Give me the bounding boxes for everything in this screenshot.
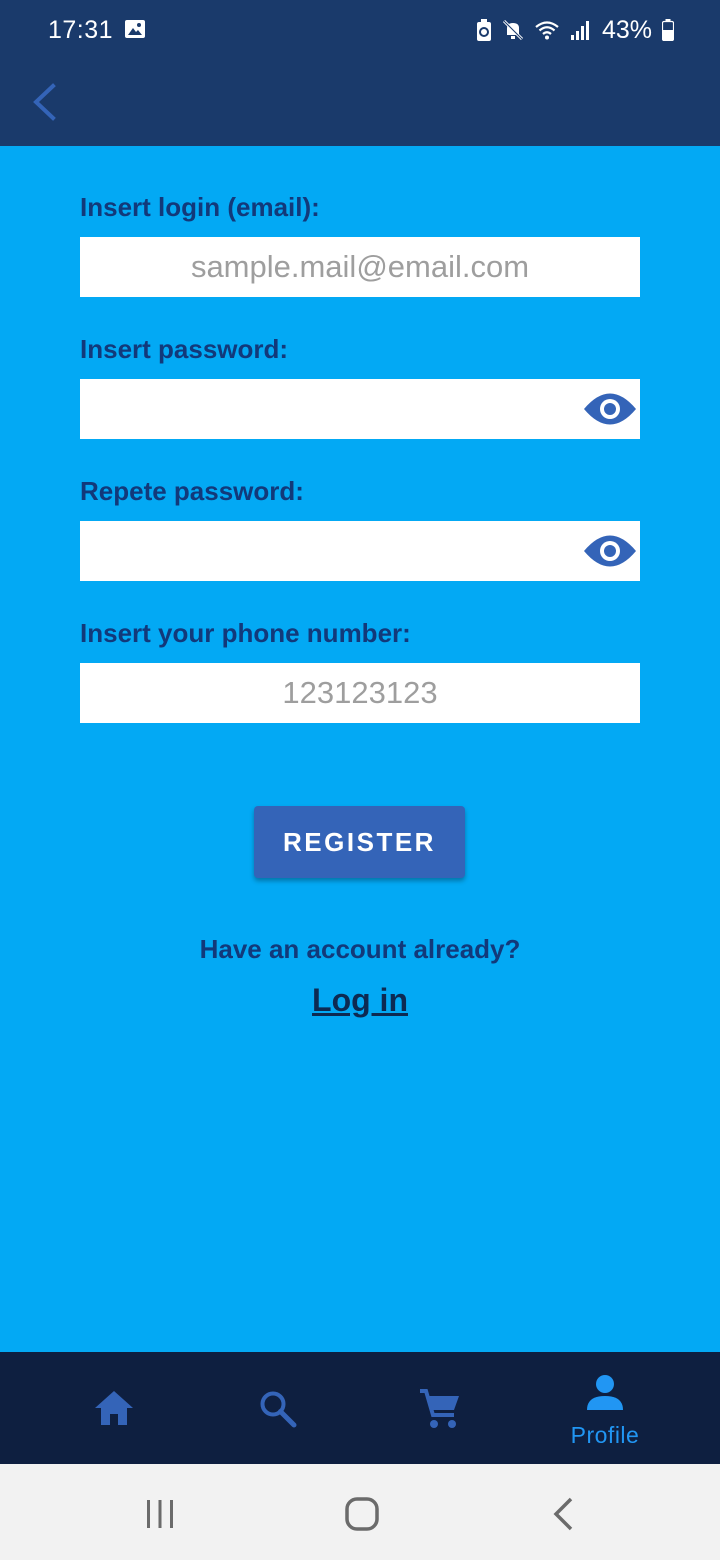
register-screen: 17:31 43% Insert login (email): sample.m…	[0, 0, 720, 1560]
repeat-password-label: Repete password:	[80, 476, 304, 506]
email-label: Insert login (email):	[80, 192, 320, 222]
wifi-icon	[535, 21, 559, 40]
bottom-navigation: Profile	[0, 1352, 720, 1464]
nav-item-search[interactable]	[187, 1352, 367, 1464]
home-circle-icon[interactable]	[344, 1496, 380, 1532]
email-field[interactable]	[80, 237, 640, 297]
status-bar: 17:31 43%	[0, 0, 720, 62]
eye-icon	[584, 393, 636, 425]
back-icon[interactable]	[550, 1496, 578, 1532]
app-bar	[0, 62, 720, 146]
password-visibility-toggle[interactable]	[582, 386, 638, 432]
home-icon	[95, 1391, 133, 1425]
email-field-box	[80, 237, 640, 297]
recent-apps-icon[interactable]	[144, 1498, 176, 1530]
chevron-left-icon	[33, 83, 56, 121]
signal-icon	[570, 21, 589, 40]
cart-icon	[420, 1389, 459, 1428]
login-link[interactable]: Log in	[312, 982, 408, 1018]
nav-item-profile[interactable]: Profile	[515, 1352, 695, 1464]
search-icon	[260, 1391, 297, 1428]
repeat-password-visibility-toggle[interactable]	[582, 528, 638, 574]
nav-label-profile: Profile	[570, 1422, 640, 1448]
nav-item-home[interactable]	[24, 1352, 204, 1464]
person-icon	[587, 1375, 623, 1410]
nav-item-cart[interactable]	[351, 1352, 531, 1464]
repeat-password-field-box	[80, 521, 640, 581]
password-field[interactable]	[80, 379, 640, 439]
mute-icon	[502, 19, 524, 41]
battery-icon	[662, 19, 674, 41]
gallery-icon	[125, 20, 145, 38]
back-button[interactable]	[22, 78, 70, 126]
password-field-box	[80, 379, 640, 439]
register-button[interactable]: REGISTER	[254, 806, 465, 878]
login-link-row: Log in	[0, 982, 720, 1019]
system-navigation-bar	[0, 1464, 720, 1560]
phone-field[interactable]	[80, 663, 640, 723]
status-time: 17:31	[48, 16, 114, 44]
phone-field-box	[80, 663, 640, 723]
battery-percentage: 43%	[601, 15, 652, 44]
status-icons: 43%	[476, 16, 674, 44]
phone-label: Insert your phone number:	[80, 618, 411, 648]
battery-saver-icon	[476, 19, 491, 41]
eye-icon	[584, 535, 636, 567]
have-account-text: Have an account already?	[199, 934, 521, 964]
password-label: Insert password:	[80, 334, 289, 364]
repeat-password-field[interactable]	[80, 521, 640, 581]
